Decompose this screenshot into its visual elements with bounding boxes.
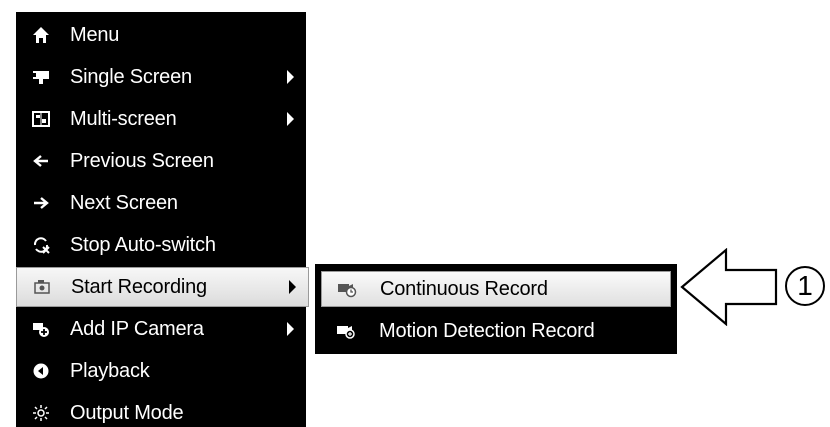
submenu-item-label: Motion Detection Record <box>379 319 595 342</box>
menu-item-start-recording[interactable]: Start Recording <box>16 267 309 307</box>
context-menu: Menu Single Screen Multi-screen Previous… <box>16 12 309 427</box>
menu-item-label: Previous Screen <box>70 149 214 172</box>
auto-switch-icon <box>26 225 56 265</box>
menu-item-stop-auto-switch[interactable]: Stop Auto-switch <box>16 225 306 265</box>
recording-submenu: Continuous Record Motion Detection Recor… <box>315 264 677 354</box>
playback-icon <box>26 351 56 391</box>
menu-item-label: Add IP Camera <box>70 317 204 340</box>
menu-item-single-screen[interactable]: Single Screen <box>16 57 306 97</box>
submenu-arrow-icon <box>287 112 294 126</box>
submenu-item-label: Continuous Record <box>380 277 548 300</box>
menu-item-menu[interactable]: Menu <box>16 15 306 55</box>
submenu-arrow-icon <box>289 280 296 294</box>
submenu-arrow-icon <box>287 70 294 84</box>
multi-screen-icon <box>26 99 56 139</box>
callout-arrow-icon <box>680 248 778 326</box>
menu-item-label: Multi-screen <box>70 107 177 130</box>
submenu-item-continuous-record[interactable]: Continuous Record <box>321 271 671 307</box>
recording-icon <box>27 267 57 307</box>
menu-item-label: Single Screen <box>70 65 192 88</box>
menu-item-label: Playback <box>70 359 150 382</box>
menu-item-multi-screen[interactable]: Multi-screen <box>16 99 306 139</box>
menu-item-previous-screen[interactable]: Previous Screen <box>16 141 306 181</box>
menu-item-label: Start Recording <box>71 275 207 298</box>
motion-record-icon <box>331 313 361 349</box>
screen: Menu Single Screen Multi-screen Previous… <box>0 0 830 427</box>
callout-number-badge: 1 <box>785 266 825 306</box>
menu-item-label: Output Mode <box>70 401 184 424</box>
home-icon <box>26 15 56 55</box>
arrow-left-icon <box>26 141 56 181</box>
menu-item-output-mode[interactable]: Output Mode <box>16 393 306 427</box>
menu-item-label: Stop Auto-switch <box>70 233 216 256</box>
menu-item-label: Menu <box>70 23 120 46</box>
output-mode-icon <box>26 393 56 427</box>
add-camera-icon <box>26 309 56 349</box>
menu-item-add-ip-camera[interactable]: Add IP Camera <box>16 309 306 349</box>
single-screen-icon <box>26 57 56 97</box>
menu-item-next-screen[interactable]: Next Screen <box>16 183 306 223</box>
submenu-item-motion-detection-record[interactable]: Motion Detection Record <box>321 313 671 349</box>
submenu-arrow-icon <box>287 322 294 336</box>
menu-item-playback[interactable]: Playback <box>16 351 306 391</box>
menu-item-label: Next Screen <box>70 191 178 214</box>
continuous-record-icon <box>332 271 362 307</box>
arrow-right-icon <box>26 183 56 223</box>
